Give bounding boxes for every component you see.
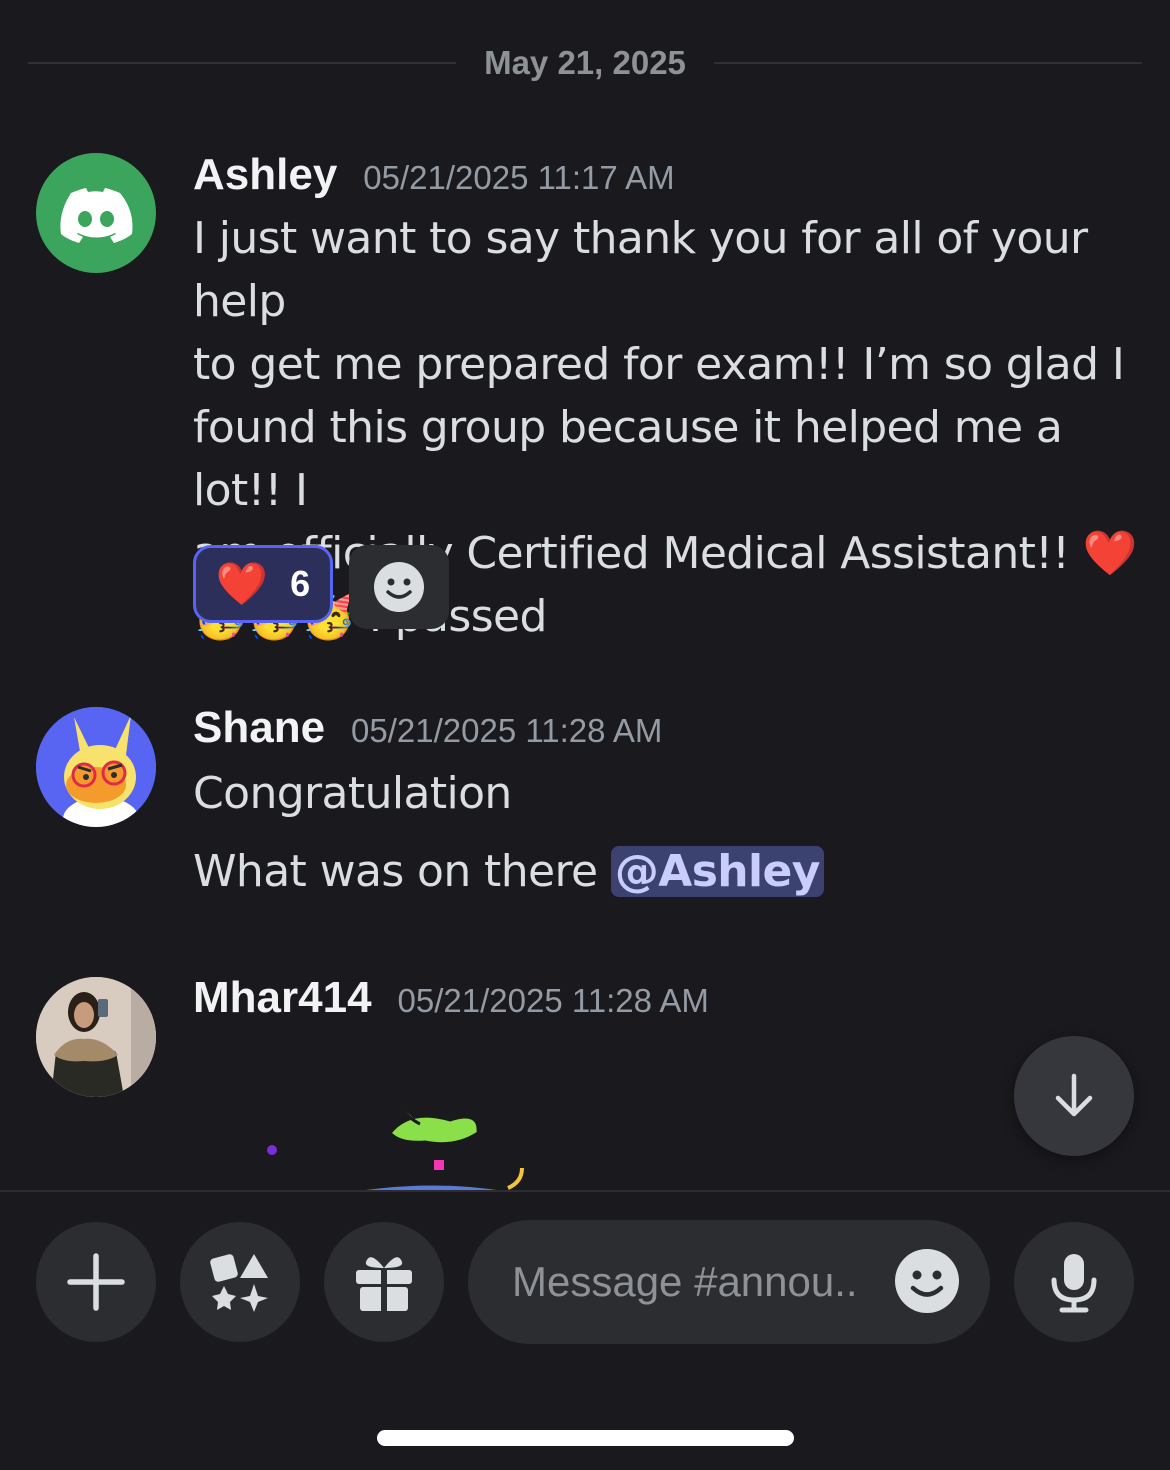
heart-reaction[interactable]: ❤️ 6 [193,545,333,623]
smiley-icon [374,562,424,612]
message-line: I just want to say thank you for all of … [193,213,1088,327]
reaction-row: ❤️ 6 [193,545,449,629]
message-line: What was on there [193,846,611,897]
gift-icon [356,1257,412,1311]
timestamp: 05/21/2025 11:17 AM [363,159,675,196]
message-header: Shane 05/21/2025 11:28 AM [193,703,662,753]
smiley-icon [895,1249,959,1313]
message-header: Ashley 05/21/2025 11:17 AM [193,150,675,200]
arrow-down-icon [1055,1073,1093,1117]
voice-message-button[interactable] [1014,1222,1134,1342]
photo-avatar-icon [36,977,156,1097]
sticker-image[interactable] [250,1098,550,1192]
discord-logo-icon [60,188,133,243]
message-body: Congratulation [193,762,1143,825]
timestamp: 05/21/2025 11:28 AM [397,982,709,1019]
timestamp: 05/21/2025 11:28 AM [351,712,663,749]
message-line: to get me prepared for exam!! I’m so gla… [193,339,1125,390]
message-input-placeholder: Message #annou.. [512,1258,858,1305]
message-input[interactable]: Message #annou.. [468,1220,990,1344]
bunny-avatar-icon [36,707,156,827]
gift-button[interactable] [324,1222,444,1342]
divider-line-left [28,62,457,64]
message-line: found this group because it helped me a … [193,402,1063,516]
home-indicator[interactable] [377,1430,794,1446]
add-reaction-button[interactable] [349,545,449,629]
divider-line-right [713,62,1143,64]
username[interactable]: Shane [193,703,325,753]
message-line: Congratulation [193,768,512,819]
message-body: What was on there @Ashley [193,840,1143,903]
username[interactable]: Mhar414 [193,973,372,1023]
reaction-count: 6 [290,563,311,604]
add-attachment-button[interactable] [36,1222,156,1342]
date-divider: May 21, 2025 [28,38,1143,88]
date-label: May 21, 2025 [484,44,686,81]
microphone-icon [1051,1254,1097,1313]
emoji-picker-button[interactable] [894,1248,960,1314]
avatar-shane[interactable] [36,707,156,827]
username[interactable]: Ashley [193,150,337,200]
message-composer: Message #annou.. [0,1192,1170,1470]
avatar-mhar414[interactable] [36,977,156,1097]
avatar-ashley[interactable] [36,153,156,273]
apps-icon [210,1254,268,1312]
jump-to-bottom-button[interactable] [1014,1036,1134,1156]
message-header: Mhar414 05/21/2025 11:28 AM [193,973,709,1023]
plus-icon [67,1253,125,1311]
heart-icon: ❤️ [215,559,269,608]
apps-button[interactable] [180,1222,300,1342]
user-mention[interactable]: @Ashley [610,846,824,897]
